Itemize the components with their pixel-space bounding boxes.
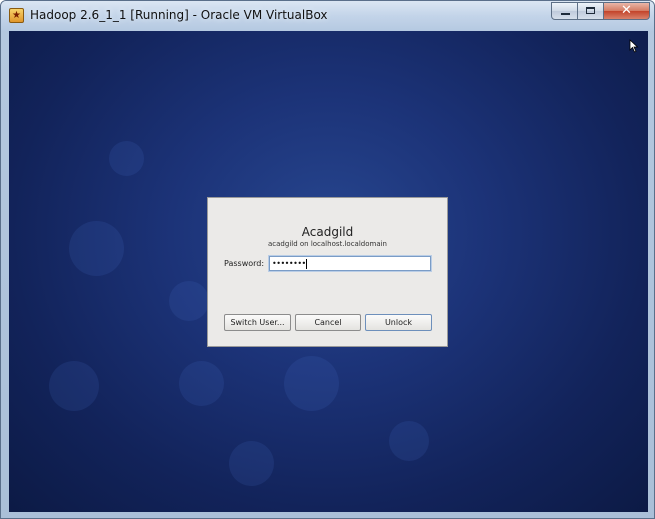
background-bokeh	[69, 221, 124, 276]
background-bokeh	[179, 361, 224, 406]
close-button[interactable]: ✕	[604, 2, 650, 20]
text-caret	[305, 258, 307, 269]
mouse-pointer-icon	[629, 39, 639, 53]
background-bokeh	[109, 141, 144, 176]
close-icon: ✕	[621, 3, 632, 18]
minimize-icon	[561, 13, 570, 15]
background-bokeh	[229, 441, 274, 486]
maximize-icon	[586, 7, 595, 14]
maximize-button[interactable]	[578, 2, 604, 20]
password-mask: ••••••••	[272, 259, 306, 268]
background-bokeh	[389, 421, 429, 461]
cancel-button[interactable]: Cancel	[295, 314, 361, 331]
host-line: acadgild on localhost.localdomain	[268, 240, 387, 248]
window-title: Hadoop 2.6_1_1 [Running] - Oracle VM Vir…	[30, 8, 328, 22]
switch-user-button[interactable]: Switch User...	[224, 314, 291, 331]
background-bokeh	[169, 281, 209, 321]
virtualbox-app-icon[interactable]: ★	[9, 8, 24, 23]
user-name: Acadgild	[301, 225, 354, 239]
password-label: Password:	[224, 259, 265, 268]
screen-lock-dialog: Acadgild acadgild on localhost.localdoma…	[207, 197, 448, 347]
password-field[interactable]: ••••••••	[269, 256, 431, 271]
virtualbox-window: ★ Hadoop 2.6_1_1 [Running] - Oracle VM V…	[0, 0, 655, 519]
vm-screen[interactable]: Acadgild acadgild on localhost.localdoma…	[9, 31, 648, 512]
window-titlebar[interactable]: ★ Hadoop 2.6_1_1 [Running] - Oracle VM V…	[1, 1, 654, 31]
background-bokeh	[49, 361, 99, 411]
background-bokeh	[284, 356, 339, 411]
window-controls: ✕	[551, 2, 650, 21]
minimize-button[interactable]	[551, 2, 578, 20]
unlock-button[interactable]: Unlock	[365, 314, 432, 331]
